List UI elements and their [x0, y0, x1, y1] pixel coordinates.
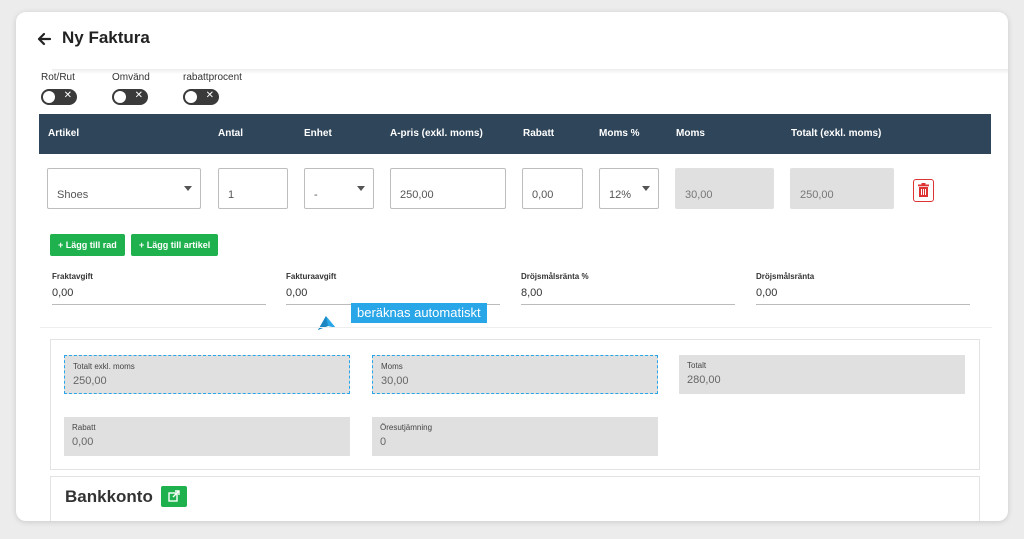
fee-label: Fraktavgift — [52, 272, 93, 281]
moms-readonly: 30,00 — [675, 168, 774, 209]
summary-label: Rabatt — [72, 423, 96, 432]
fee-label: Fakturaavgift — [286, 272, 337, 281]
summary-oresutjamning: Öresutjämning 0 — [372, 417, 658, 456]
drojsmalsranta-pct-field[interactable]: Dröjsmålsränta % 8,00 — [521, 272, 735, 305]
antal-input[interactable]: 1 — [218, 168, 288, 209]
toggle-rabattprocent[interactable]: ✕ — [183, 89, 219, 105]
apris-value: 250,00 — [400, 189, 434, 201]
fee-value: 0,00 — [756, 287, 970, 305]
artikel-value: Shoes — [57, 189, 89, 201]
toggle-knob — [185, 91, 197, 103]
page-title: Ny Faktura — [62, 28, 150, 47]
column-header-apris: A-pris (exkl. moms) — [390, 128, 483, 139]
toggle-knob — [114, 91, 126, 103]
fee-value: 0,00 — [52, 287, 266, 305]
toggle-label: Omvänd — [112, 72, 150, 83]
toggle-omvand[interactable]: ✕ — [112, 89, 148, 105]
toggle-rabattprocent-group: rabattprocent ✕ — [183, 72, 242, 105]
antal-value: 1 — [228, 189, 235, 201]
toggle-label: rabattprocent — [183, 72, 242, 83]
column-header-moms: Moms — [676, 128, 705, 139]
bank-title: Bankkonto — [65, 487, 153, 506]
toggle-label: Rot/Rut — [41, 72, 75, 83]
summary-label: Totalt — [687, 361, 707, 370]
totalt-readonly: 250,00 — [790, 168, 894, 209]
summary-moms: Moms 30,00 — [372, 355, 658, 394]
rabatt-input[interactable]: 0,00 — [522, 168, 583, 209]
toggle-rot-rut-group: Rot/Rut ✕ — [41, 72, 77, 105]
summary-value: 0,00 — [72, 436, 94, 448]
summary-value: 280,00 — [687, 374, 721, 386]
drojsmalsranta-field[interactable]: Dröjsmålsränta 0,00 — [756, 272, 970, 305]
section-divider — [40, 327, 992, 328]
auto-calculated-tooltip: beräknas automatiskt — [351, 303, 487, 323]
moms-pct-value: 12% — [609, 189, 632, 201]
totalt-value: 250,00 — [800, 189, 834, 201]
column-header-antal: Antal — [218, 128, 243, 139]
chevron-down-icon — [184, 186, 192, 191]
toggle-knob — [43, 91, 55, 103]
arrow-left-icon[interactable] — [36, 31, 52, 47]
x-icon: ✕ — [134, 90, 143, 101]
summary-label: Moms — [381, 362, 403, 371]
enhet-select[interactable]: - — [304, 168, 374, 209]
column-header-artikel: Artikel — [48, 128, 80, 139]
invoice-card: Ny Faktura Rot/Rut ✕ Omvänd ✕ rabattproc… — [16, 12, 1008, 521]
fee-label: Dröjsmålsränta % — [521, 272, 589, 281]
summary-rabatt: Rabatt 0,00 — [64, 417, 350, 456]
summary-totalt-exkl-moms: Totalt exkl. moms 250,00 — [64, 355, 350, 394]
column-header-rabatt: Rabatt — [523, 128, 555, 139]
summary-value: 0 — [380, 436, 387, 448]
trash-icon — [918, 183, 929, 197]
table-header: Artikel Antal Enhet A-pris (exkl. moms) … — [39, 114, 991, 154]
artikel-select[interactable]: Shoes — [47, 168, 201, 209]
column-header-enhet: Enhet — [304, 128, 332, 139]
fakturaavgift-field[interactable]: Fakturaavgift 0,00 — [286, 272, 500, 305]
add-row-button[interactable]: + Lägg till rad — [50, 234, 125, 256]
summary-panel: Totalt exkl. moms 250,00 Moms 30,00 Tota… — [50, 339, 980, 470]
summary-label: Totalt exkl. moms — [73, 362, 135, 371]
fee-value: 8,00 — [521, 287, 735, 305]
apris-input[interactable]: 250,00 — [390, 168, 506, 209]
page-header: Ny Faktura — [16, 12, 1008, 70]
summary-value: 30,00 — [381, 375, 409, 387]
fraktavgift-field[interactable]: Fraktavgift 0,00 — [52, 272, 266, 305]
x-icon: ✕ — [205, 90, 214, 101]
column-header-totalt: Totalt (exkl. moms) — [791, 128, 882, 139]
chevron-down-icon — [642, 186, 650, 191]
moms-value: 30,00 — [685, 189, 713, 201]
moms-pct-select[interactable]: 12% — [599, 168, 659, 209]
fee-label: Dröjsmålsränta — [756, 272, 815, 281]
bank-panel: Bankkonto — [50, 476, 980, 521]
external-link-icon — [168, 490, 180, 502]
x-icon: ✕ — [63, 90, 72, 101]
enhet-value: - — [314, 189, 318, 201]
delete-row-button[interactable] — [913, 179, 934, 202]
column-header-moms-pct: Moms % — [599, 128, 640, 139]
toggle-omvand-group: Omvänd ✕ — [112, 72, 150, 105]
add-article-button[interactable]: + Lägg till artikel — [131, 234, 219, 256]
rabatt-value: 0,00 — [532, 189, 554, 201]
chevron-down-icon — [357, 186, 365, 191]
summary-label: Öresutjämning — [380, 423, 433, 432]
toggle-rot-rut[interactable]: ✕ — [41, 89, 77, 105]
summary-value: 250,00 — [73, 375, 107, 387]
summary-totalt: Totalt 280,00 — [679, 355, 965, 394]
bank-link-button[interactable] — [161, 486, 187, 507]
cursor-pointer-icon — [318, 316, 336, 330]
